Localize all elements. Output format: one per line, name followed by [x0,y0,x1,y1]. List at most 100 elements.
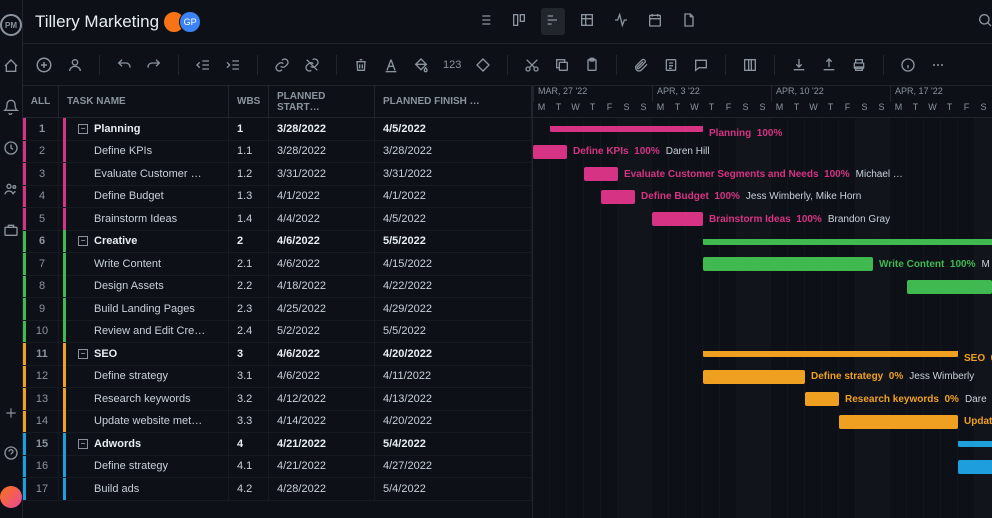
task-name-cell[interactable]: Define strategy [59,366,229,388]
indent-button[interactable] [225,57,241,73]
task-row[interactable]: 12 Define strategy 3.1 4/6/2022 4/11/202… [23,366,532,389]
task-name-cell[interactable]: −Adwords [59,433,229,455]
project-members[interactable]: GP [169,11,201,33]
gantt-row[interactable]: D [533,276,992,299]
gantt-row[interactable] [533,433,992,456]
task-name-cell[interactable]: Update website met… [59,411,229,433]
end-cell[interactable]: 4/20/2022 [375,343,532,365]
gantt-bar[interactable]: Define strategy 0%Jess Wimberly [703,370,805,384]
end-cell[interactable]: 3/31/2022 [375,163,532,185]
task-row[interactable]: 10 Review and Edit Cre… 2.4 5/2/2022 5/5… [23,321,532,344]
gantt-row[interactable]: Brainstorm Ideas 100%Brandon Gray [533,208,992,231]
end-cell[interactable]: 5/5/2022 [375,231,532,253]
gantt-row[interactable] [533,231,992,254]
board-view-icon[interactable] [507,8,531,35]
calendar-view-icon[interactable] [643,8,667,35]
list-view-icon[interactable] [473,8,497,35]
end-cell[interactable]: 5/5/2022 [375,321,532,343]
search-icon[interactable] [973,8,992,35]
more-button[interactable] [930,57,946,73]
task-name-cell[interactable]: −Creative [59,231,229,253]
gantt-row[interactable]: Write Content 100%M [533,253,992,276]
start-cell[interactable]: 4/1/2022 [269,186,375,208]
gantt-row[interactable] [533,321,992,344]
gantt-bar[interactable]: Evaluate Customer Segments and Needs 100… [584,167,618,181]
export-button[interactable] [821,57,837,73]
text-style-button[interactable] [383,57,399,73]
app-logo[interactable]: PM [0,14,22,36]
link-button[interactable] [274,57,290,73]
end-cell[interactable]: 4/13/2022 [375,388,532,410]
clock-icon[interactable] [3,140,19,159]
task-name-cell[interactable]: −SEO [59,343,229,365]
end-cell[interactable]: 5/4/2022 [375,478,532,500]
gantt-row[interactable]: Update [533,411,992,434]
help-icon[interactable] [3,445,19,464]
collapse-icon[interactable]: − [78,124,88,134]
task-name-cell[interactable]: Evaluate Customer … [59,163,229,185]
start-cell[interactable]: 4/6/2022 [269,343,375,365]
bell-icon[interactable] [3,99,19,118]
gantt-row[interactable]: Evaluate Customer Segments and Needs 100… [533,163,992,186]
copy-button[interactable] [554,57,570,73]
gantt-view-icon[interactable] [541,8,565,35]
gantt-bar[interactable]: D [907,280,992,294]
team-icon[interactable] [3,181,19,200]
milestone-button[interactable] [475,57,491,73]
end-cell[interactable]: 4/1/2022 [375,186,532,208]
task-name-cell[interactable]: Define Budget [59,186,229,208]
start-cell[interactable]: 4/6/2022 [269,231,375,253]
end-cell[interactable]: 3/28/2022 [375,141,532,163]
start-cell[interactable]: 4/14/2022 [269,411,375,433]
comment-button[interactable] [693,57,709,73]
task-row[interactable]: 17 Build ads 4.2 4/28/2022 5/4/2022 [23,478,532,501]
end-cell[interactable]: 5/4/2022 [375,433,532,455]
info-button[interactable] [900,57,916,73]
task-name-cell[interactable]: Write Content [59,253,229,275]
start-cell[interactable]: 5/2/2022 [269,321,375,343]
delete-button[interactable] [353,57,369,73]
start-cell[interactable]: 4/18/2022 [269,276,375,298]
start-cell[interactable]: 4/6/2022 [269,366,375,388]
task-row[interactable]: 14 Update website met… 3.3 4/14/2022 4/2… [23,411,532,434]
task-row[interactable]: 9 Build Landing Pages 2.3 4/25/2022 4/29… [23,298,532,321]
add-task-button[interactable] [35,56,53,74]
col-start[interactable]: PLANNED START… [269,86,375,117]
start-cell[interactable]: 4/21/2022 [269,433,375,455]
task-name-cell[interactable]: Design Assets [59,276,229,298]
collapse-icon[interactable]: − [78,349,88,359]
end-cell[interactable]: 4/11/2022 [375,366,532,388]
end-cell[interactable]: 4/27/2022 [375,456,532,478]
activity-icon[interactable] [609,8,633,35]
end-cell[interactable]: 4/5/2022 [375,208,532,230]
gantt-bar[interactable]: Define Budget 100%Jess Wimberly, Mike Ho… [601,190,635,204]
end-cell[interactable]: 4/29/2022 [375,298,532,320]
task-row[interactable]: 5 Brainstorm Ideas 1.4 4/4/2022 4/5/2022 [23,208,532,231]
import-button[interactable] [791,57,807,73]
col-end[interactable]: PLANNED FINISH … [375,86,532,117]
col-name[interactable]: TASK NAME [59,86,229,117]
task-row[interactable]: 7 Write Content 2.1 4/6/2022 4/15/2022 [23,253,532,276]
task-row[interactable]: 15 −Adwords 4 4/21/2022 5/4/2022 [23,433,532,456]
task-name-cell[interactable]: Review and Edit Cre… [59,321,229,343]
attach-button[interactable] [633,57,649,73]
gantt-row[interactable] [533,298,992,321]
task-name-cell[interactable]: Define KPIs [59,141,229,163]
end-cell[interactable]: 4/22/2022 [375,276,532,298]
gantt-row[interactable]: Define Budget 100%Jess Wimberly, Mike Ho… [533,186,992,209]
task-row[interactable]: 3 Evaluate Customer … 1.2 3/31/2022 3/31… [23,163,532,186]
task-name-cell[interactable]: −Planning [59,118,229,140]
task-row[interactable]: 13 Research keywords 3.2 4/12/2022 4/13/… [23,388,532,411]
gantt-row[interactable]: Research keywords 0%Dare [533,388,992,411]
task-row[interactable]: 4 Define Budget 1.3 4/1/2022 4/1/2022 [23,186,532,209]
gantt-bar[interactable] [958,441,992,447]
start-cell[interactable]: 4/28/2022 [269,478,375,500]
percent-button[interactable]: 123 [443,59,461,71]
unlink-button[interactable] [304,57,320,73]
file-view-icon[interactable] [677,8,701,35]
task-name-cell[interactable]: Research keywords [59,388,229,410]
start-cell[interactable]: 4/25/2022 [269,298,375,320]
task-name-cell[interactable]: Brainstorm Ideas [59,208,229,230]
gantt-bar[interactable]: Research keywords 0%Dare [805,392,839,406]
sheet-view-icon[interactable] [575,8,599,35]
